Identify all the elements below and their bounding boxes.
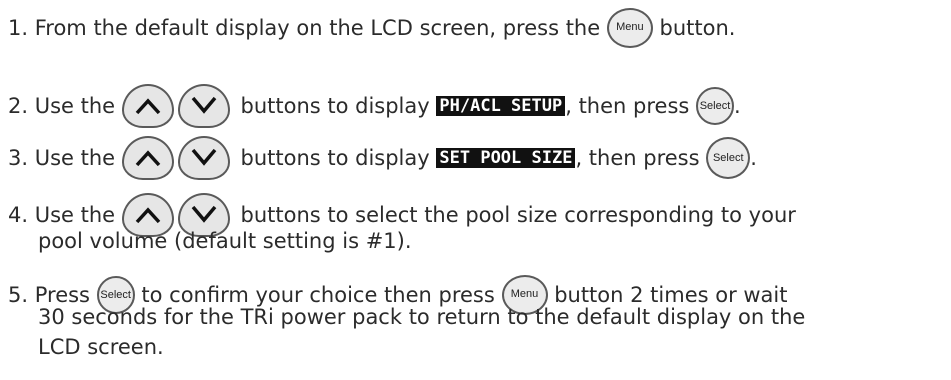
step-5-number: 5. [8,283,29,307]
chevron-up-icon [135,98,161,115]
step-3-number: 3. [8,146,29,170]
step-2-text: Use the [34,94,116,118]
step-3-period: . [750,146,757,170]
step-3-text: Use the [34,146,116,170]
step-2-text-then: , then press [565,94,690,118]
chevron-down-icon [191,148,217,166]
step-1-text: From the default display on the LCD scre… [34,16,601,40]
step-2-period: . [734,94,741,118]
step-2: 2. Use the buttons to display PH/ACL SET… [8,84,741,128]
lcd-display-set-pool-size: SET POOL SIZE [436,148,576,168]
step-1-number: 1. [8,16,29,40]
step-2-number: 2. [8,94,29,118]
chevron-up-icon [135,150,161,167]
menu-button: Menu [606,8,653,48]
step-3-text-then: , then press [575,146,700,170]
step-2-text-mid: buttons to display [240,94,430,118]
down-arrow-button [177,84,230,128]
lcd-display-ph-acl-setup: PH/ACL SETUP [436,96,566,116]
down-arrow-button [177,136,230,180]
step-3-text-mid: buttons to display [240,146,430,170]
select-button: Select [696,87,735,125]
up-arrow-button [121,136,174,180]
select-button: Select [706,137,751,179]
step-4-text: Use the [34,203,116,227]
up-arrow-button [121,84,174,128]
step-4-continuation: pool volume (default setting is #1). [38,229,412,253]
step-4-number: 4. [8,203,29,227]
step-5-continuation-1: 30 seconds for the TRi power pack to ret… [38,305,806,329]
step-1-text-end: button. [659,16,736,40]
step-3: 3. Use the buttons to display SET POOL S… [8,136,757,180]
step-4-text-mid: buttons to select the pool size correspo… [240,203,796,227]
step-5-continuation-2: LCD screen. [38,335,164,359]
step-1: 1. From the default display on the LCD s… [8,8,736,48]
chevron-down-icon [191,96,217,114]
